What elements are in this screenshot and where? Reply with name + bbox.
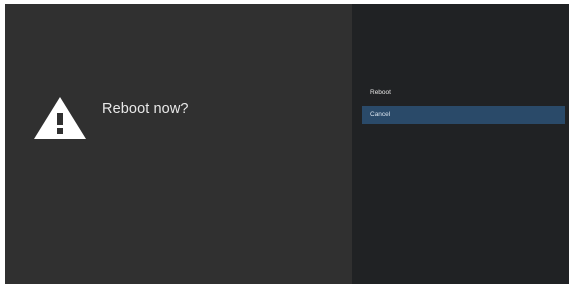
warning-icon: [34, 97, 86, 139]
reboot-dialog-screen: Reboot now? Reboot Cancel: [5, 4, 569, 284]
cancel-option[interactable]: Cancel: [362, 106, 565, 124]
dialog-title: Reboot now?: [102, 101, 189, 117]
action-menu: Reboot Cancel: [352, 4, 569, 284]
reboot-option[interactable]: Reboot: [362, 84, 565, 102]
dialog-info-pane: Reboot now?: [5, 4, 352, 284]
